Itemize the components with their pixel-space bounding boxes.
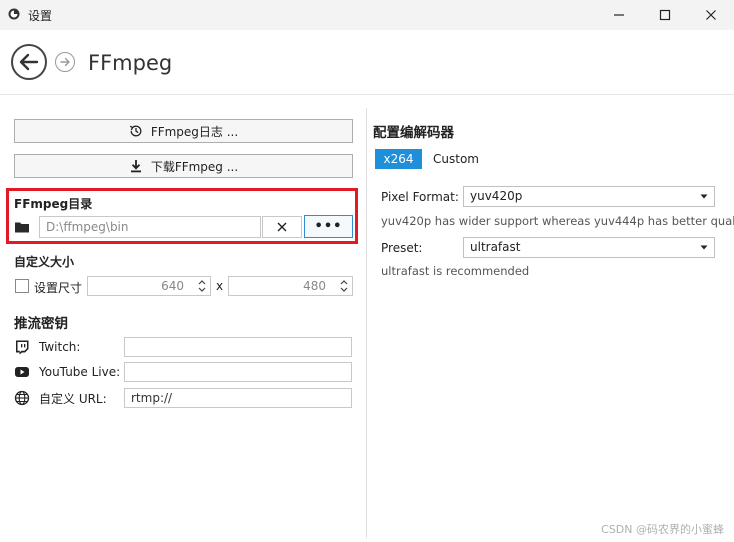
- chevron-down-icon: [700, 245, 708, 250]
- header-divider: [0, 94, 734, 95]
- folder-icon: [15, 222, 29, 233]
- maximize-button[interactable]: [642, 0, 688, 30]
- minimize-icon: [614, 14, 624, 16]
- width-value: 640: [161, 279, 184, 293]
- preset-value: ultrafast: [470, 240, 521, 254]
- download-ffmpeg-label: 下载FFmpeg ...: [150, 159, 239, 174]
- title-bar: 设置: [0, 0, 734, 30]
- back-button[interactable]: [11, 44, 47, 80]
- width-input[interactable]: 640: [87, 276, 211, 296]
- download-icon: [130, 160, 141, 173]
- twitch-key-input[interactable]: [124, 337, 352, 357]
- close-button[interactable]: [688, 0, 734, 30]
- globe-icon: [14, 390, 30, 406]
- custom-url-input[interactable]: rtmp://: [124, 388, 352, 408]
- history-icon: [129, 125, 142, 137]
- ffmpeg-log-label: FFmpeg日志 ...: [150, 124, 239, 139]
- stream-keys-title: 推流密钥: [14, 316, 68, 332]
- arrow-right-icon: [60, 57, 70, 67]
- ffmpeg-log-button[interactable]: FFmpeg日志 ...: [14, 119, 353, 143]
- youtube-icon: [15, 367, 29, 377]
- preset-hint: ultrafast is recommended: [381, 264, 530, 278]
- width-spinner-icon[interactable]: [197, 278, 207, 294]
- height-value: 480: [303, 279, 326, 293]
- preset-label: Preset:: [381, 241, 423, 255]
- set-size-label: 设置尺寸: [34, 281, 83, 295]
- youtube-key-input[interactable]: [124, 362, 352, 382]
- column-divider: [366, 108, 367, 538]
- close-icon: [706, 10, 716, 20]
- window-title: 设置: [28, 9, 53, 23]
- preset-select[interactable]: ultrafast: [463, 237, 715, 258]
- twitch-label: Twitch:: [39, 340, 81, 354]
- twitch-icon: [16, 340, 29, 355]
- set-size-checkbox[interactable]: [15, 279, 29, 293]
- app-icon: [8, 8, 20, 20]
- ffmpeg-dir-input[interactable]: D:\ffmpeg\bin: [39, 216, 261, 238]
- youtube-label: YouTube Live:: [39, 365, 121, 379]
- clear-dir-button[interactable]: [262, 216, 302, 238]
- pixel-format-value: yuv420p: [470, 189, 523, 203]
- minimize-button[interactable]: [596, 0, 642, 30]
- forward-button[interactable]: [55, 52, 75, 72]
- page-header: FFmpeg: [0, 30, 734, 94]
- ffmpeg-dir-label: FFmpeg目录: [14, 197, 93, 211]
- browse-dir-button[interactable]: •••: [304, 215, 353, 238]
- pixel-format-label: Pixel Format:: [381, 190, 459, 204]
- page-title: FFmpeg: [88, 51, 173, 75]
- custom-url-label: 自定义 URL:: [39, 392, 107, 406]
- height-spinner-icon[interactable]: [339, 278, 349, 294]
- arrow-left-icon: [19, 53, 39, 71]
- watermark: CSDN @码农界的小蜜蜂: [601, 523, 724, 536]
- custom-size-label: 自定义大小: [14, 255, 75, 269]
- tab-custom[interactable]: Custom: [433, 152, 479, 166]
- clear-icon: [277, 222, 287, 232]
- pixel-format-hint: yuv420p has wider support whereas yuv444…: [381, 214, 734, 228]
- maximize-icon: [659, 9, 671, 21]
- pixel-format-select[interactable]: yuv420p: [463, 186, 715, 207]
- size-separator: x: [216, 279, 224, 293]
- download-ffmpeg-button[interactable]: 下载FFmpeg ...: [14, 154, 353, 178]
- codec-config-title: 配置编解码器: [373, 125, 454, 141]
- chevron-down-icon: [700, 194, 708, 199]
- tab-x264[interactable]: x264: [375, 149, 422, 169]
- height-input[interactable]: 480: [228, 276, 353, 296]
